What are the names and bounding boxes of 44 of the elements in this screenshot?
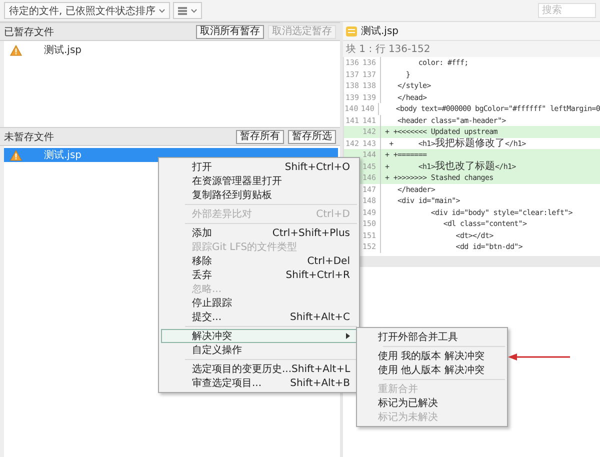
menu-item[interactable]: 打开外部合并工具 xyxy=(359,330,505,344)
file-name: 测试.jsp xyxy=(44,44,82,57)
shortcut-label: Shift+Alt+B xyxy=(290,378,350,388)
warning-icon xyxy=(10,44,22,56)
shortcut-label: Shift+Ctrl+R xyxy=(286,270,350,280)
shortcut-label: Ctrl+Shift+Plus xyxy=(272,228,350,238)
shortcut-label: Shift+Alt+C xyxy=(290,312,350,322)
menu-item[interactable]: 标记为已解决 xyxy=(359,396,505,410)
annotation-arrow xyxy=(508,353,570,361)
menu-item[interactable]: 丢弃 Shift+Ctrl+R xyxy=(161,268,357,282)
menu-item[interactable]: 使用 我的版本 解决冲突 xyxy=(359,349,505,363)
menu-item[interactable]: 选定项目的变更历史...Shift+Alt+L xyxy=(161,362,357,376)
menu-item[interactable]: 添加 Ctrl+Shift+Plus xyxy=(161,226,357,240)
menu-item[interactable]: 提交... Shift+Alt+C xyxy=(161,310,357,324)
menu-item[interactable]: 打开 Shift+Ctrl+O xyxy=(161,160,357,174)
header-button[interactable]: 暂存所有 xyxy=(236,130,284,144)
menu-item[interactable]: 审查选定项目... Shift+Alt+B xyxy=(161,376,357,390)
shortcut-label: Shift+Ctrl+O xyxy=(284,162,350,172)
section-title: 未暂存文件 xyxy=(4,130,55,144)
menu-item[interactable]: 在资源管理器里打开 xyxy=(161,174,357,188)
menu-item[interactable]: 停止跟踪 xyxy=(161,296,357,310)
view-dropdown[interactable] xyxy=(173,2,202,19)
file-name: 测试.jsp xyxy=(44,148,82,162)
shortcut-label: Ctrl+D xyxy=(316,208,350,220)
menu-item[interactable]: 解决冲突 xyxy=(161,329,357,343)
search-field[interactable]: 搜索 xyxy=(538,3,596,18)
file-title: 测试.jsp xyxy=(361,24,399,38)
file-row[interactable]: 测试.jsp xyxy=(4,43,338,57)
section-title: 已暂存文件 xyxy=(4,26,55,38)
header-button[interactable]: 取消所有暂存 xyxy=(196,24,264,38)
shortcut-label: Shift+Alt+L xyxy=(292,364,350,374)
menu-item[interactable]: 移除 Ctrl+Del xyxy=(161,254,357,268)
header-button[interactable]: 暂存所选 xyxy=(288,130,336,144)
list-icon xyxy=(178,6,188,14)
caret-icon xyxy=(159,8,166,12)
hunk-header: 块 1 : 行 136-152 xyxy=(346,42,432,56)
menu-item[interactable]: 自定义操作 xyxy=(161,343,357,357)
caret-icon xyxy=(191,8,198,12)
menu-item[interactable]: 复制路径到剪贴板 xyxy=(161,188,357,202)
menu-item[interactable]: 使用 他人版本 解决冲突 xyxy=(359,363,505,377)
shortcut-label: Ctrl+Del xyxy=(307,256,350,266)
file-icon xyxy=(346,26,357,36)
filter-dropdown[interactable]: 待定的文件, 已依照文件状态排序 xyxy=(4,2,170,19)
warning-icon xyxy=(10,150,22,160)
